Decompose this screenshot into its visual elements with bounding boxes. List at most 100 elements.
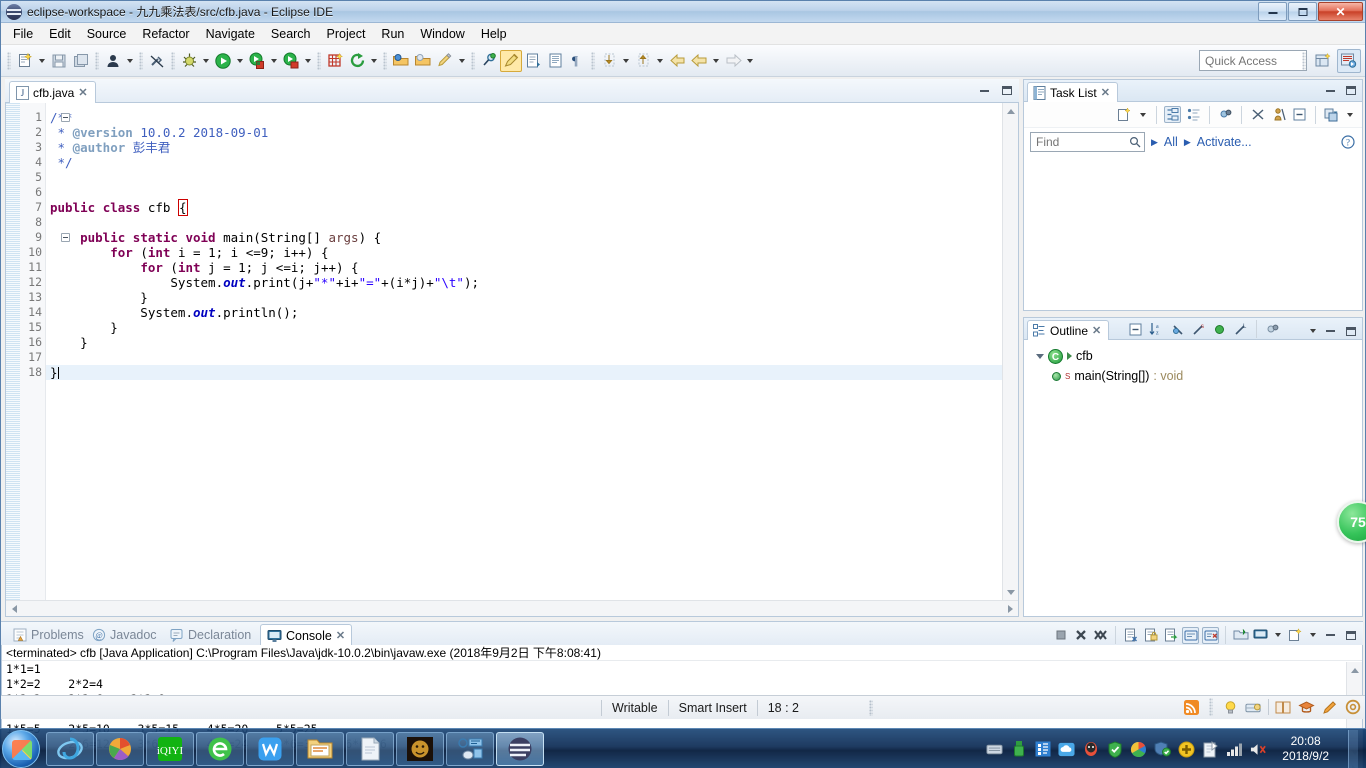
- magnifier-icon[interactable]: [1129, 136, 1141, 148]
- annotation-ruler[interactable]: [6, 103, 20, 616]
- open-perspective-icon[interactable]: [1311, 49, 1335, 73]
- editor-minimize-icon[interactable]: [976, 82, 993, 99]
- debug-icon[interactable]: [178, 50, 200, 72]
- link-break-icon[interactable]: [146, 50, 168, 72]
- open-console-icon[interactable]: [1232, 627, 1249, 644]
- pilcrow-icon[interactable]: ¶: [566, 50, 588, 72]
- taskbar-item-wps-writer[interactable]: [246, 731, 294, 766]
- pencil-dropdown-icon[interactable]: [456, 50, 468, 72]
- scroll-up-icon[interactable]: [1003, 103, 1018, 119]
- menu-edit[interactable]: Edit: [41, 25, 79, 43]
- categorized-view-icon[interactable]: [1164, 106, 1181, 123]
- pencil-icon[interactable]: [434, 50, 456, 72]
- menu-run[interactable]: Run: [373, 25, 412, 43]
- code-line[interactable]: public static void main(String[] args) {: [46, 230, 1002, 245]
- word-wrap-icon[interactable]: [1162, 627, 1179, 644]
- toolbar-grip-6[interactable]: [383, 51, 387, 70]
- book-icon[interactable]: [1275, 699, 1292, 716]
- code-line[interactable]: System.out.print(j+"*"+i+"="+(i*j)+"\t")…: [46, 275, 1002, 290]
- scroll-down-icon[interactable]: [1003, 584, 1018, 600]
- code-line[interactable]: */: [46, 155, 1002, 170]
- colorwheel-icon[interactable]: [1130, 741, 1147, 758]
- close-button[interactable]: ✕: [1318, 2, 1363, 21]
- external-tools-dropdown-icon[interactable]: [368, 50, 380, 72]
- console-maximize-icon[interactable]: [1342, 627, 1359, 644]
- taskbar-item-photo-viewer[interactable]: [396, 731, 444, 766]
- open-console-wizard-dropdown-icon[interactable]: [1307, 624, 1319, 646]
- maximize-button[interactable]: [1288, 2, 1317, 21]
- pin-console-icon[interactable]: [1182, 626, 1199, 644]
- taskbar-item-internet-explorer[interactable]: [46, 731, 94, 766]
- terminate-icon[interactable]: [1052, 627, 1069, 644]
- code-line[interactable]: for (int j = 1; j <=i; j++) {: [46, 260, 1002, 275]
- collapse-all-icon[interactable]: [1291, 106, 1308, 123]
- save-icon[interactable]: [48, 50, 70, 72]
- new-console-dropdown-icon[interactable]: [1272, 624, 1284, 646]
- tab-javadoc[interactable]: @ Javadoc: [86, 624, 163, 646]
- back-dropdown-icon[interactable]: [710, 50, 722, 72]
- menu-window[interactable]: Window: [412, 25, 472, 43]
- menu-file[interactable]: File: [5, 25, 41, 43]
- clipboard-icon[interactable]: [1202, 740, 1219, 758]
- heap-status-icon[interactable]: [1245, 699, 1262, 716]
- plus-icon[interactable]: [1178, 741, 1195, 758]
- code-line[interactable]: [46, 185, 1002, 200]
- taskbar-item-iqiyi[interactable]: iQIYI: [146, 731, 194, 766]
- hide-static-icon[interactable]: s: [1190, 321, 1207, 338]
- outline-view-menu-icon[interactable]: [1307, 320, 1319, 342]
- coverage-icon[interactable]: [246, 50, 268, 72]
- new-task-dropdown-icon[interactable]: [1137, 104, 1149, 126]
- code-line[interactable]: [46, 350, 1002, 365]
- run-icon[interactable]: [212, 50, 234, 72]
- coverage-dropdown-icon[interactable]: [268, 50, 280, 72]
- qq-icon[interactable]: [1082, 741, 1099, 758]
- sort-alpha-icon[interactable]: az: [1148, 321, 1165, 338]
- next-member-icon[interactable]: [598, 50, 620, 72]
- code-line[interactable]: [46, 215, 1002, 230]
- start-button[interactable]: [2, 729, 40, 768]
- save-all-icon[interactable]: [70, 50, 92, 72]
- signal-icon[interactable]: [1226, 741, 1243, 758]
- search-icon[interactable]: [478, 50, 500, 72]
- run-dropdown-icon[interactable]: [234, 50, 246, 72]
- fold-collapse-icon[interactable]: [61, 233, 70, 242]
- menu-project[interactable]: Project: [319, 25, 374, 43]
- shield-icon[interactable]: [1106, 740, 1123, 758]
- rss-icon[interactable]: [1183, 699, 1200, 716]
- flat-view-icon[interactable]: [1185, 106, 1202, 123]
- task-list-close-icon[interactable]: ✕: [1101, 86, 1110, 99]
- forward-back-icon[interactable]: [688, 50, 710, 72]
- prev-member-icon[interactable]: [632, 50, 654, 72]
- menu-search[interactable]: Search: [263, 25, 319, 43]
- code-line[interactable]: }: [46, 365, 1002, 380]
- show-desktop-button[interactable]: [1348, 730, 1358, 768]
- toolbar-grip[interactable]: [7, 51, 11, 70]
- task-list-activate-link[interactable]: Activate...: [1197, 135, 1252, 149]
- tab-outline[interactable]: Outline ✕: [1027, 320, 1110, 340]
- minimize-button[interactable]: [1258, 2, 1287, 21]
- quick-access-input[interactable]: [1199, 50, 1307, 71]
- code-line[interactable]: System.out.println();: [46, 305, 1002, 320]
- scroll-right-icon[interactable]: [1002, 601, 1018, 616]
- toolbar-grip-7[interactable]: [471, 51, 475, 70]
- menu-navigate[interactable]: Navigate: [198, 25, 263, 43]
- next-member-dropdown-icon[interactable]: [620, 50, 632, 72]
- code-line[interactable]: }: [46, 290, 1002, 305]
- code-line[interactable]: }: [46, 335, 1002, 350]
- console-scroll-up-icon[interactable]: [1347, 662, 1362, 678]
- code-editor[interactable]: /** * @version 10.0.2 2018-09-01 * @auth…: [5, 103, 1019, 617]
- taskbar-clock[interactable]: 20:08 2018/9/2: [1274, 734, 1337, 764]
- cloud-icon[interactable]: [1058, 741, 1075, 758]
- outline-maximize-icon[interactable]: [1342, 323, 1359, 340]
- task-list-all-link[interactable]: All: [1164, 135, 1178, 149]
- outline-close-icon[interactable]: ✕: [1092, 324, 1101, 337]
- usb-icon[interactable]: [1010, 741, 1027, 758]
- keyboard-icon[interactable]: [986, 741, 1003, 758]
- back-icon[interactable]: [666, 50, 688, 72]
- code-line[interactable]: /**: [46, 110, 1002, 125]
- outline-node-method[interactable]: S main(String[]) : void: [1028, 366, 1358, 386]
- tab-problems[interactable]: Problems: [7, 624, 90, 646]
- tab-task-list[interactable]: Task List ✕: [1027, 82, 1118, 102]
- help-icon[interactable]: ?: [1339, 134, 1356, 151]
- tip-icon[interactable]: [1222, 699, 1239, 716]
